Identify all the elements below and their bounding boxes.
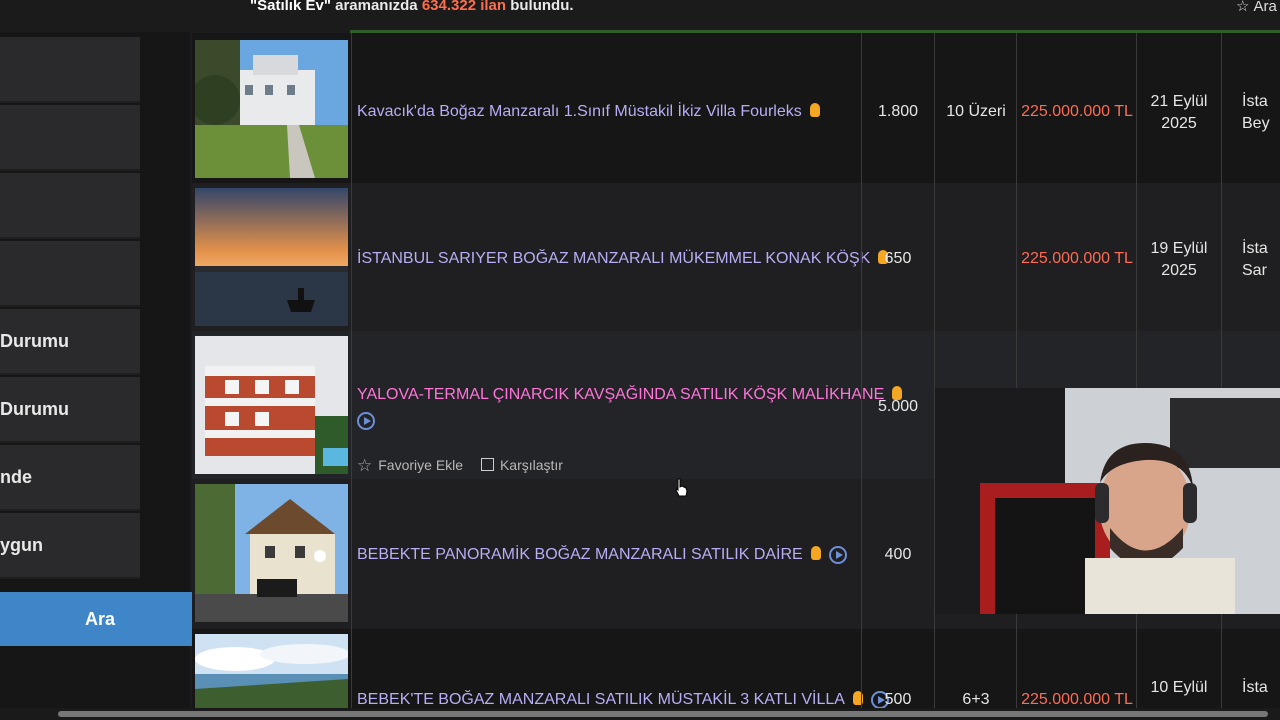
summary-middle-text: aramanızda [330,0,422,14]
listing-title[interactable]: Kavacık'da Boğaz Manzaralı 1.Sınıf Müsta… [357,103,820,121]
filter-item[interactable]: Durumu [0,309,140,375]
listing-thumbnail[interactable] [195,484,348,622]
column-divider [1136,33,1137,720]
add-favorite-button[interactable]: ☆ Favoriye Ekle [357,456,463,475]
summary-suffix-text: bulundu. [506,0,574,14]
listing-row[interactable]: Kavacık'da Boğaz Manzaralı 1.Sınıf Müsta… [192,33,1280,183]
results-header: "Satılık Ev" aramanızda 634.322 ilan bul… [0,0,1280,32]
filter-item-durumu[interactable]: Durumu [0,377,140,443]
search-query: "Satılık Ev" [250,0,331,14]
location-pin-icon [810,546,821,560]
listing-title[interactable]: YALOVA-TERMAL ÇINARCIK KAVŞAĞINDA SATILI… [357,386,903,430]
filter-item-nde[interactable]: nde [0,445,140,511]
listing-thumbnail[interactable] [195,188,348,326]
listing-price: 225.000.000 TL [1021,250,1133,267]
search-button[interactable]: Ara [0,592,200,646]
listing-m2: 1.800 [877,103,919,120]
listing-m2: 400 [884,546,912,563]
result-count: 634.322 ilan [421,0,507,14]
listing-title[interactable]: İSTANBUL SARIYER BOĞAZ MANZARALI MÜKEMME… [357,250,889,268]
listing-location: İsta [1242,679,1268,696]
listing-actions: ☆ Favoriye Ekle Karşılaştır [357,456,563,476]
listing-location: İsta Bey [1242,93,1270,132]
hand-cursor-icon [675,478,688,497]
save-search-button[interactable]: ☆ Ara [1236,0,1277,15]
horizontal-scrollbar[interactable] [0,708,1280,720]
column-divider [1221,33,1222,720]
listing-price: 225.000.000 TL [1021,691,1133,708]
listing-rooms: 6+3 [962,691,990,708]
listing-title[interactable]: BEBEKTE PANORAMİK BOĞAZ MANZARALI SATILI… [357,546,847,564]
location-pin-icon [809,103,820,117]
video-play-icon[interactable] [828,546,847,564]
save-search-label: Ara [1253,0,1277,15]
column-divider [351,33,352,720]
listing-rooms: 10 Üzeri [946,103,1006,120]
filter-item[interactable] [0,105,140,171]
filter-item[interactable] [0,173,140,239]
compare-checkbox[interactable]: Karşılaştır [467,457,563,473]
listing-thumbnail[interactable] [195,40,348,178]
listing-thumbnail[interactable] [195,336,348,474]
listing-m2: 5.000 [877,398,919,415]
filter-label: ygun [0,535,43,555]
listing-date: 10 Eylül [1150,679,1208,696]
listing-row[interactable]: İSTANBUL SARIYER BOĞAZ MANZARALI MÜKEMME… [192,183,1280,331]
listing-row[interactable]: BEBEK'TE BOĞAZ MANZARALI SATILIK MÜSTAKİ… [192,629,1280,720]
filter-label: nde [0,467,33,487]
star-icon: ☆ [1236,0,1250,15]
listing-m2: 500 [884,691,912,708]
column-divider [1016,33,1017,720]
filter-item-ygun[interactable]: ygun [0,513,140,579]
checkbox-icon [480,458,494,471]
column-divider [861,33,862,720]
webcam-overlay [935,388,1280,614]
listing-price: 225.000.000 TL [1021,103,1133,120]
filter-item[interactable] [0,241,140,307]
listing-table: Kavacık'da Boğaz Manzaralı 1.Sınıf Müsta… [192,33,1280,720]
result-summary: "Satılık Ev" aramanızda 634.322 ilan bul… [250,0,574,14]
video-play-icon[interactable] [357,412,375,430]
listing-m2: 650 [884,250,912,267]
star-outline-icon: ☆ [357,456,373,475]
listing-title[interactable]: BEBEK'TE BOĞAZ MANZARALI SATILIK MÜSTAKİ… [357,691,889,709]
listing-date: 21 Eylül 2025 [1150,93,1208,132]
listing-date: 19 Eylül 2025 [1150,240,1208,279]
column-divider [934,33,935,720]
scrollbar-thumb[interactable] [58,711,1268,717]
listing-location: İsta Sar [1242,240,1268,279]
filter-item[interactable] [0,37,140,103]
filter-label: Durumu [0,399,69,419]
